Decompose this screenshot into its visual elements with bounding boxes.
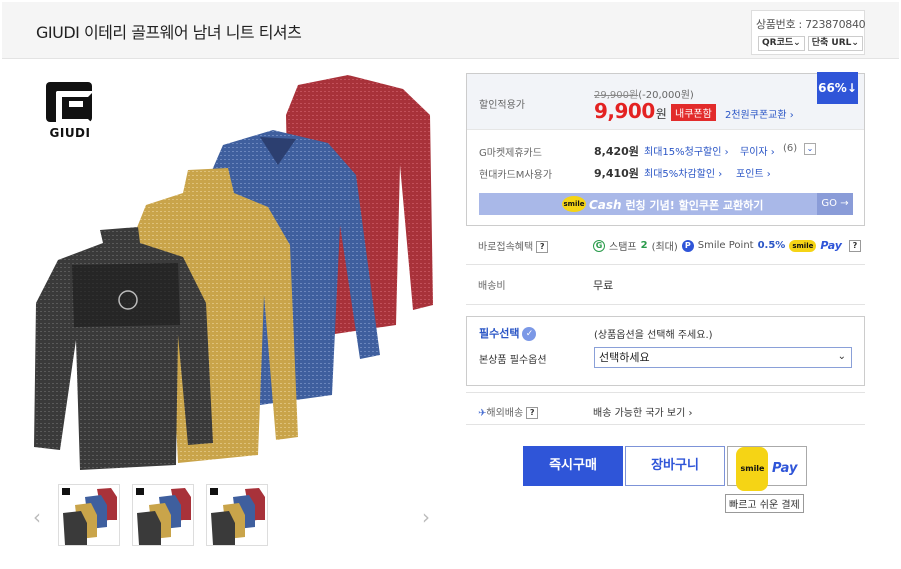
benefits-row: 바로접속혜택? G 스탬프 2 (최대) P Smile Point 0.5% … — [466, 226, 865, 264]
discount-percent-badge: 66%↓ — [817, 72, 858, 104]
required-option-title: 필수선택 ✓ — [479, 325, 537, 341]
cash-banner-text: Cash 런칭 기념! 할인쿠폰 교환하기 — [589, 198, 764, 212]
card-price: 9,410원 — [594, 167, 639, 180]
chevron-down-icon[interactable]: ⌄ — [804, 143, 816, 155]
chevron-down-icon: ⌄ — [837, 351, 846, 362]
option-hint: (상품옵션을 선택해 주세요.) — [594, 330, 713, 341]
go-button[interactable]: GO → — [817, 193, 853, 215]
card-benefit-link[interactable]: 최대5%차감할인 › — [644, 165, 722, 180]
product-code-box: 상품번호 : 723870840 QR코드⌄ 단축 URL⌄ — [751, 10, 866, 55]
chevron-down-icon: ⌄ — [851, 38, 859, 48]
overseas-link[interactable]: 배송 가능한 국가 보기 › — [593, 404, 693, 419]
price-box: 할인적용가 29,900원(-20,000원) 9,900원 내쿠폰함 2천원쿠… — [466, 72, 865, 226]
pay-word: Pay — [820, 239, 842, 252]
stamp-count: 2 — [640, 240, 648, 251]
card-benefit-link[interactable]: 최대15%청구할인 › — [644, 143, 729, 158]
thumbnail-1[interactable] — [58, 484, 120, 546]
buy-now-button[interactable]: 즉시구매 — [523, 446, 623, 486]
thumb-prev-arrow-icon[interactable]: ‹ — [33, 505, 41, 529]
thumbnail-image — [210, 488, 265, 545]
product-number: 상품번호 : 723870840 — [756, 18, 866, 31]
thumbnail-image — [136, 488, 191, 545]
thumbnail-2[interactable] — [132, 484, 194, 546]
option-field-label: 본상품 필수옵션 — [479, 355, 547, 366]
option-select[interactable]: 선택하세요 ⌄ — [594, 347, 852, 368]
benefits-list: G 스탬프 2 (최대) P Smile Point 0.5% smile Pa… — [593, 238, 861, 253]
add-to-cart-button[interactable]: 장바구니 — [625, 446, 725, 486]
pay-word: Pay — [771, 461, 798, 476]
card-label: 현대카드M사용가 — [479, 170, 553, 181]
help-icon[interactable]: ? — [536, 241, 549, 253]
installment-count: (6) — [783, 143, 798, 154]
divider — [466, 304, 865, 305]
option-box: 필수선택 ✓ (상품옵션을 선택해 주세요.) 본상품 필수옵션 선택하세요 ⌄ — [466, 316, 865, 386]
shipping-row: 배송비 무료 — [466, 265, 865, 303]
card-label: G마켓제휴카드 — [479, 148, 542, 159]
product-title: GIUDI 이테리 골프웨어 남녀 니트 티셔츠 — [36, 23, 302, 42]
shipping-label: 배송비 — [478, 281, 506, 292]
smile-logo-icon: smile — [562, 196, 586, 212]
smile-pay-logo-icon: smile — [789, 239, 817, 252]
qr-code-button[interactable]: QR코드⌄ — [758, 36, 805, 51]
g-stamp-icon: G — [593, 239, 605, 252]
product-header: GIUDI 이테리 골프웨어 남녀 니트 티셔츠 상품번호 : 72387084… — [2, 2, 899, 59]
stamp-label: 스탬프 — [609, 242, 637, 253]
pay-tooltip: 빠르고 쉬운 결제 — [725, 494, 804, 513]
discount-price-label: 할인적용가 — [479, 100, 525, 111]
point-link[interactable]: 포인트 › — [736, 165, 771, 180]
smile-point-pct: 0.5% — [757, 240, 786, 251]
smile-pay-logo-icon: smile — [736, 447, 769, 491]
thumbnail-image — [62, 488, 117, 545]
short-url-button[interactable]: 단축 URL⌄ — [807, 36, 863, 51]
sale-price: 9,900원 — [594, 99, 667, 123]
thumbnail-3[interactable] — [206, 484, 268, 546]
smile-cash-banner[interactable]: smile Cash 런칭 기념! 할인쿠폰 교환하기 GO → — [479, 193, 853, 215]
benefits-label: 바로접속혜택? — [478, 238, 549, 253]
overseas-label: ✈해외배송? — [478, 404, 539, 419]
stamp-max: (최대) — [651, 242, 678, 253]
card-row-hyundai: 현대카드M사용가 9,410원 최대5%차감할인 › 포인트 › — [467, 162, 864, 182]
card-row-gmarket: G마켓제휴카드 8,420원 최대15%청구할인 › 무이자 › (6) ⌄ — [467, 140, 864, 160]
smile-pay-button[interactable]: smile Pay — [727, 446, 807, 491]
smile-point-label: Smile Point — [697, 240, 754, 251]
thumbnail-list — [58, 484, 268, 546]
installment-link[interactable]: 무이자 › — [740, 143, 775, 158]
help-icon[interactable]: ? — [526, 407, 539, 419]
coupon-box-button[interactable]: 내쿠폰함 — [671, 104, 716, 121]
main-product-image — [34, 75, 433, 470]
down-arrow-icon: ↓ — [846, 81, 857, 95]
thumb-next-arrow-icon[interactable]: › — [422, 505, 430, 529]
help-icon[interactable]: ? — [848, 239, 861, 252]
card-price: 8,420원 — [594, 145, 639, 158]
shipping-value: 무료 — [593, 279, 614, 292]
p-point-icon: P — [681, 239, 694, 252]
chevron-down-icon: ⌄ — [793, 38, 801, 48]
check-icon: ✓ — [522, 327, 537, 341]
price-summary: 할인적용가 29,900원(-20,000원) 9,900원 내쿠폰함 2천원쿠… — [467, 72, 864, 130]
coupon-exchange-link[interactable]: 2천원쿠폰교환 › — [725, 106, 794, 121]
divider — [466, 424, 865, 425]
